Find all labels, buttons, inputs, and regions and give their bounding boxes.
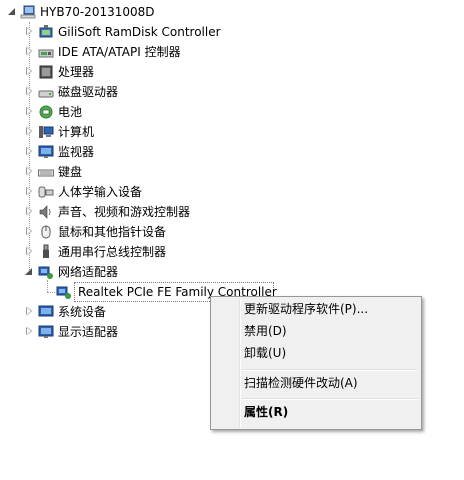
tree-item-label: 网络适配器	[58, 265, 119, 279]
menu-item-disable[interactable]: 禁用(D)	[244, 321, 287, 341]
expand-arrow-icon[interactable]	[25, 147, 34, 156]
tree-item-processor[interactable]: 处理器	[0, 62, 300, 82]
tree-item-sound[interactable]: 声音、视频和游戏控制器	[0, 202, 300, 222]
ide-controller-icon	[38, 49, 54, 58]
processor-icon	[39, 65, 53, 79]
tree-item-label: 计算机	[58, 125, 95, 139]
tree-item-label: 键盘	[58, 165, 83, 179]
expand-arrow-icon[interactable]	[25, 187, 34, 196]
tree-item-label: 通用串行总线控制器	[58, 245, 167, 259]
expand-arrow-icon[interactable]	[25, 207, 34, 216]
expand-arrow-icon[interactable]	[25, 227, 34, 236]
tree-item-computer[interactable]: 计算机	[0, 122, 300, 142]
controller-icon	[39, 25, 53, 38]
usb-icon	[43, 244, 49, 258]
tree-item-label: GiliSoft RamDisk Controller	[58, 25, 221, 39]
tree-item-label: 系统设备	[58, 305, 107, 319]
menu-separator	[242, 398, 418, 400]
disk-drive-icon	[38, 90, 54, 98]
expand-arrow-icon[interactable]	[25, 107, 34, 116]
tree-item-label: 人体学输入设备	[58, 185, 143, 199]
menu-item-uninstall[interactable]: 卸载(U)	[244, 343, 286, 363]
tree-item-label: 处理器	[58, 65, 95, 79]
expand-arrow-icon[interactable]	[25, 247, 34, 256]
tree-item-hid[interactable]: 人体学输入设备	[0, 182, 300, 202]
context-menu: 更新驱动程序软件(P)... 禁用(D) 卸载(U) 扫描检测硬件改动(A) 属…	[210, 296, 422, 430]
mouse-icon	[41, 225, 51, 239]
hid-icon	[38, 186, 54, 198]
menu-item-update-driver[interactable]: 更新驱动程序软件(P)...	[244, 299, 368, 319]
tree-item-label: 显示适配器	[58, 325, 119, 339]
tree-item-label: 磁盘驱动器	[58, 85, 119, 99]
system-device-icon	[38, 305, 54, 317]
keyboard-icon	[38, 169, 54, 177]
tree-item-label: 鼠标和其他指针设备	[58, 225, 167, 239]
computer-root-icon	[20, 5, 36, 19]
tree-item-gilisoft[interactable]: GiliSoft RamDisk Controller	[0, 22, 300, 42]
tree-item-label: IDE ATA/ATAPI 控制器	[58, 45, 181, 59]
expand-arrow-icon[interactable]	[25, 87, 34, 96]
tree-item-mouse[interactable]: 鼠标和其他指针设备	[0, 222, 300, 242]
tree-item-battery[interactable]: 电池	[0, 102, 300, 122]
tree-item-usb[interactable]: 通用串行总线控制器	[0, 242, 300, 262]
tree-item-label: 声音、视频和游戏控制器	[58, 205, 191, 219]
tree-item-realtek[interactable]: Realtek PCIe FE Family Controller	[0, 282, 277, 302]
tree-item-disk[interactable]: 磁盘驱动器	[0, 82, 300, 102]
battery-icon	[39, 105, 53, 119]
sound-icon	[39, 205, 51, 219]
expand-arrow-icon[interactable]	[25, 307, 34, 316]
menu-item-properties[interactable]: 属性(R)	[244, 402, 288, 422]
tree-item-keyboard[interactable]: 键盘	[0, 162, 300, 182]
collapse-arrow-icon[interactable]	[8, 7, 17, 16]
tree-root[interactable]: HYB70-20131008D	[0, 2, 300, 22]
expand-arrow-icon[interactable]	[25, 127, 34, 136]
monitor-icon	[38, 145, 54, 158]
display-adapter-icon	[38, 325, 54, 338]
network-adapter-icon	[38, 266, 53, 279]
tree-item-monitor[interactable]: 监视器	[0, 142, 300, 162]
tree-item-ide[interactable]: IDE ATA/ATAPI 控制器	[0, 42, 300, 62]
expand-arrow-icon[interactable]	[25, 67, 34, 76]
tree-item-network[interactable]: 网络适配器	[0, 262, 300, 282]
expand-arrow-icon[interactable]	[25, 327, 34, 336]
collapse-arrow-icon[interactable]	[25, 267, 34, 276]
menu-item-scan-hardware[interactable]: 扫描检测硬件改动(A)	[244, 373, 358, 393]
network-card-icon	[56, 286, 71, 299]
tree-item-label: 监视器	[58, 145, 95, 159]
computer-icon	[39, 126, 54, 138]
root-label: HYB70-20131008D	[40, 5, 155, 19]
expand-arrow-icon[interactable]	[25, 47, 34, 56]
expand-arrow-icon[interactable]	[25, 27, 34, 36]
expand-arrow-icon[interactable]	[25, 167, 34, 176]
menu-separator	[242, 369, 418, 371]
tree-item-label: 电池	[58, 105, 83, 119]
